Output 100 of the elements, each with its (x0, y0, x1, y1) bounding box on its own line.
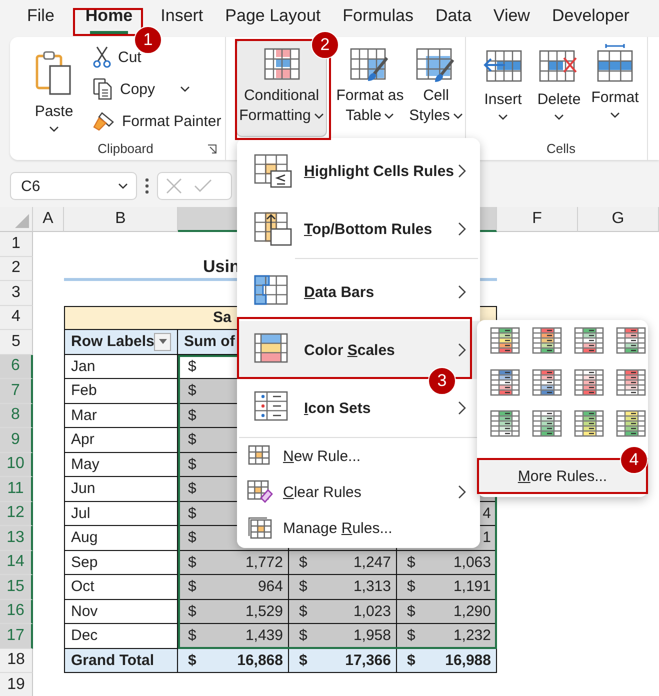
color-scale-icon (490, 410, 520, 438)
table-cell: Jan (64, 354, 178, 379)
delete-cells-icon (539, 50, 579, 82)
delete-button[interactable]: Delete (531, 41, 587, 121)
cell-value: 1,023 (353, 602, 391, 620)
cell-value: 16,868 (237, 652, 283, 669)
column-header[interactable]: B (64, 207, 178, 232)
row-number[interactable]: 10 (0, 452, 33, 477)
menu-item[interactable]: Data Bars (237, 263, 480, 321)
color-scale-icon (532, 327, 562, 354)
ribbon-tab[interactable]: File (27, 0, 54, 37)
currency-sign: $ (188, 382, 196, 400)
currency-sign: $ (188, 554, 196, 571)
cell-value: 1,232 (453, 627, 491, 644)
menu-item[interactable]: Top/Bottom Rules (237, 200, 480, 258)
currency-sign: $ (299, 554, 308, 571)
table-cell: Sep (64, 550, 178, 575)
currency-sign: $ (299, 578, 308, 596)
row-number[interactable]: 19 (0, 673, 33, 696)
insert-button[interactable]: Insert (475, 41, 531, 121)
row-number[interactable]: 11 (0, 477, 33, 502)
color-scale-icon (574, 368, 604, 396)
row-number[interactable]: 2 (0, 256, 33, 281)
caret-icon (180, 86, 190, 92)
menu-item[interactable]: Clear Rules (237, 474, 480, 510)
dialog-launcher-icon[interactable] (207, 144, 217, 154)
format-painter-button[interactable]: Format Painter (92, 105, 222, 137)
row-number[interactable]: 14 (0, 550, 33, 575)
ribbon-tab[interactable]: Developer (552, 0, 630, 37)
ribbon-tab[interactable]: Formulas (342, 0, 414, 37)
column-heading: Row Labels (71, 333, 154, 350)
conditional-formatting-icon (264, 48, 300, 80)
row-number[interactable]: 7 (0, 379, 33, 404)
cell-styles-button[interactable]: Cell Styles (407, 39, 465, 137)
currency-sign: $ (299, 652, 308, 669)
cell-value: 17,366 (345, 652, 391, 669)
currency-sign: $ (407, 652, 416, 669)
cell-value: 16,988 (445, 652, 491, 669)
currency-sign: $ (188, 652, 196, 669)
name-box[interactable]: C6 (10, 172, 137, 200)
menu-item[interactable]: Highlight Cells Rules (237, 142, 480, 200)
ribbon-tab[interactable]: Insert (160, 0, 204, 37)
currency-sign: $ (188, 431, 196, 448)
color-scale-icon (490, 327, 520, 354)
filter-button[interactable] (154, 332, 171, 351)
table-brush-icon (350, 48, 390, 84)
row-number[interactable]: 8 (0, 404, 33, 428)
highlight-cells-icon (252, 153, 292, 189)
copy-button[interactable]: Copy (92, 73, 222, 105)
currency-sign: $ (188, 529, 196, 546)
color-scale-icon (490, 368, 520, 396)
cell-value: 1,313 (353, 578, 391, 596)
row-number[interactable]: 3 (0, 281, 33, 306)
caret-icon (610, 112, 620, 118)
color-scale-icon (616, 368, 646, 396)
row-number[interactable]: 12 (0, 502, 33, 526)
chevron-right-icon (458, 164, 466, 178)
ribbon-tab[interactable]: Data (436, 0, 472, 37)
table-cell: Mar (64, 404, 178, 428)
chevron-right-icon (458, 285, 466, 299)
row-number[interactable]: 4 (0, 306, 33, 330)
color-scale-icon (532, 368, 562, 396)
cell-value: 1,958 (353, 627, 391, 644)
table-cell: Jul (64, 502, 178, 526)
row-number[interactable]: 16 (0, 600, 33, 624)
ribbon-tab[interactable]: View (493, 0, 530, 37)
row-number[interactable]: 17 (0, 624, 33, 648)
eraser-grid-icon (247, 480, 273, 504)
column-header[interactable]: F (497, 207, 578, 232)
row-number[interactable]: 15 (0, 575, 33, 600)
currency-sign: $ (188, 578, 196, 596)
paste-button[interactable]: Paste (26, 41, 82, 133)
insert-cells-icon (483, 50, 523, 82)
table-cell: Aug (64, 526, 178, 550)
cell-value: 964 (258, 578, 283, 596)
row-number[interactable]: 5 (0, 330, 33, 354)
copy-icon (93, 78, 113, 100)
column-header[interactable]: A (33, 207, 64, 232)
currency-sign: $ (299, 602, 308, 620)
row-number[interactable]: 13 (0, 526, 33, 550)
row-number[interactable]: 9 (0, 428, 33, 452)
chevron-right-icon (458, 343, 466, 357)
caret-icon (384, 113, 394, 120)
caret-icon (314, 113, 324, 120)
row-number[interactable]: 18 (0, 648, 33, 673)
currency-sign: $ (407, 554, 416, 571)
row-number[interactable]: 1 (0, 232, 33, 256)
color-scale-icon (532, 410, 562, 438)
menu-item[interactable]: Manage Rules... (237, 510, 480, 546)
format-button[interactable]: Format (587, 41, 643, 119)
cell-value: 1 (482, 529, 491, 546)
currency-sign: $ (299, 627, 308, 644)
column-header[interactable]: G (578, 207, 659, 232)
currency-sign: $ (188, 602, 196, 620)
currency-sign: $ (407, 627, 416, 644)
cell-value: 1,772 (245, 554, 283, 571)
row-number[interactable]: 6 (0, 354, 33, 379)
caret-icon (554, 114, 564, 120)
group-label: Cells (546, 140, 576, 156)
cell-value: 1,063 (453, 554, 491, 571)
